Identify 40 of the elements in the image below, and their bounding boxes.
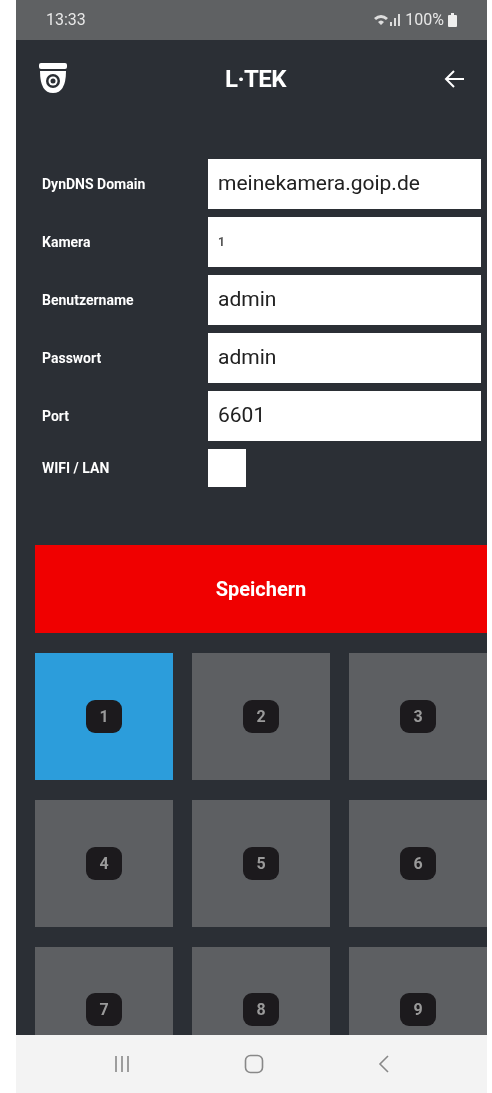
signal-icon [373,12,402,27]
camera-number: 2 [243,700,279,733]
camera-tile[interactable]: 3 [349,653,487,780]
camera-tile[interactable]: 4 [35,800,173,927]
checkbox[interactable] [208,449,246,487]
camera-number: 9 [400,993,436,1026]
camera-tile[interactable]: 9 [349,947,487,1035]
camera-tile[interactable]: 2 [192,653,330,780]
camera-tile[interactable]: 1 [35,653,173,780]
text-field[interactable]: admin [208,333,481,383]
camera-tile[interactable]: 8 [192,947,330,1035]
camera-number: 5 [243,847,279,880]
camera-number: 7 [86,993,122,1026]
battery-icon [448,12,457,27]
field-label: Kamera [42,232,92,252]
battery-percentage: 100% [405,8,444,31]
camera-number: 3 [400,700,436,733]
back-icon[interactable] [378,1054,391,1074]
camera-number: 8 [243,993,279,1026]
field-label: Benutzername [42,290,135,310]
recent-apps-icon[interactable] [112,1055,131,1073]
camera-tile[interactable]: 5 [192,800,330,927]
text-field[interactable]: 6601 [208,391,481,441]
status-time: 13:33 [46,8,86,31]
field-label: DynDNS Domain [42,174,147,194]
field-label: Port [42,406,71,426]
text-field[interactable]: meinekamera.goip.de [208,159,481,209]
camera-tile[interactable]: 7 [35,947,173,1035]
save-button[interactable]: Speichern [35,545,487,633]
field-label: WIFI / LAN [42,458,111,478]
text-field[interactable]: admin [208,275,481,325]
camera-number: 4 [86,847,122,880]
brand-logo: L·TEK [225,64,286,96]
back-arrow-icon[interactable] [443,69,465,90]
camera-tile[interactable]: 6 [349,800,487,927]
camera-number: 6 [400,847,436,880]
home-icon[interactable] [244,1054,265,1074]
text-field[interactable]: 1 [208,217,481,267]
camera-number: 1 [86,700,122,733]
field-label: Passwort [42,348,103,368]
